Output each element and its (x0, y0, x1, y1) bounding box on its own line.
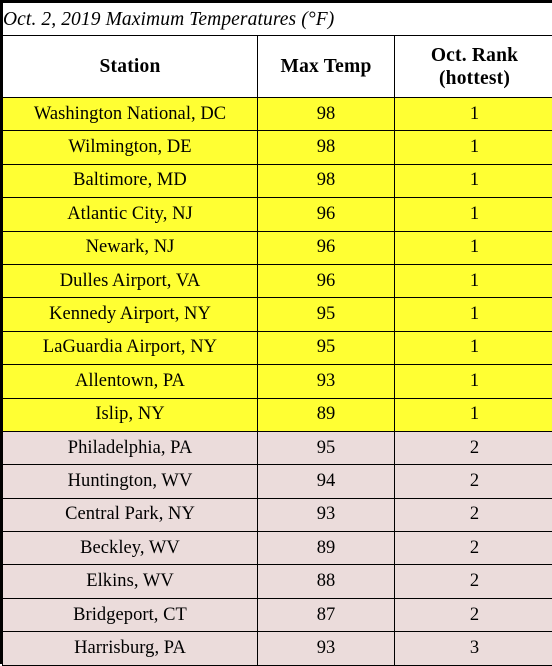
cell-max-temp: 98 (258, 98, 395, 131)
table-row: Beckley, WV892 (3, 532, 552, 565)
cell-station: Washington National, DC (3, 98, 258, 131)
cell-oct-rank: 1 (395, 98, 552, 131)
cell-oct-rank: 1 (395, 298, 552, 331)
cell-station: Allentown, PA (3, 365, 258, 398)
table-row: Newark, NJ961 (3, 231, 552, 264)
cell-station: Bridgeport, CT (3, 598, 258, 631)
table-row: Central Park, NY932 (3, 498, 552, 531)
header-row: Station Max Temp Oct. Rank (hottest) (3, 36, 552, 98)
cell-station: Baltimore, MD (3, 164, 258, 197)
cell-oct-rank: 1 (395, 398, 552, 431)
cell-oct-rank: 2 (395, 565, 552, 598)
column-header-station-label: Station (3, 55, 257, 78)
cell-max-temp: 96 (258, 231, 395, 264)
column-header-station: Station (3, 36, 258, 98)
cell-max-temp: 88 (258, 565, 395, 598)
table-row: Huntington, WV942 (3, 465, 552, 498)
cell-oct-rank: 1 (395, 198, 552, 231)
cell-oct-rank: 2 (395, 532, 552, 565)
table-row: LaGuardia Airport, NY951 (3, 331, 552, 364)
cell-max-temp: 95 (258, 331, 395, 364)
cell-max-temp: 87 (258, 598, 395, 631)
cell-oct-rank: 1 (395, 365, 552, 398)
cell-max-temp: 98 (258, 131, 395, 164)
cell-max-temp: 98 (258, 164, 395, 197)
table-row: Allentown, PA931 (3, 365, 552, 398)
cell-oct-rank: 1 (395, 164, 552, 197)
cell-station: Newark, NJ (3, 231, 258, 264)
max-temperature-table: Oct. 2, 2019 Maximum Temperatures (°F) S… (2, 2, 552, 666)
cell-oct-rank: 1 (395, 131, 552, 164)
cell-oct-rank: 1 (395, 331, 552, 364)
table-row: Atlantic City, NJ961 (3, 198, 552, 231)
cell-max-temp: 89 (258, 532, 395, 565)
cell-station: LaGuardia Airport, NY (3, 331, 258, 364)
cell-oct-rank: 2 (395, 498, 552, 531)
cell-max-temp: 95 (258, 431, 395, 464)
title-row: Oct. 2, 2019 Maximum Temperatures (°F) (3, 3, 552, 36)
cell-oct-rank: 2 (395, 598, 552, 631)
table-row: Elkins, WV882 (3, 565, 552, 598)
column-header-max-temp: Max Temp (258, 36, 395, 98)
cell-oct-rank: 1 (395, 264, 552, 297)
cell-max-temp: 94 (258, 465, 395, 498)
temperature-table-container: Oct. 2, 2019 Maximum Temperatures (°F) S… (0, 0, 552, 664)
cell-oct-rank: 3 (395, 632, 552, 665)
cell-max-temp: 93 (258, 365, 395, 398)
cell-station: Dulles Airport, VA (3, 264, 258, 297)
cell-max-temp: 96 (258, 198, 395, 231)
cell-station: Harrisburg, PA (3, 632, 258, 665)
table-row: Baltimore, MD981 (3, 164, 552, 197)
table-row: Dulles Airport, VA961 (3, 264, 552, 297)
cell-station: Islip, NY (3, 398, 258, 431)
cell-max-temp: 89 (258, 398, 395, 431)
cell-station: Atlantic City, NJ (3, 198, 258, 231)
cell-station: Beckley, WV (3, 532, 258, 565)
table-row: Harrisburg, PA933 (3, 632, 552, 665)
column-header-oct-rank: Oct. Rank (hottest) (395, 36, 552, 98)
column-header-max-temp-label: Max Temp (258, 55, 394, 78)
cell-station: Wilmington, DE (3, 131, 258, 164)
cell-station: Philadelphia, PA (3, 431, 258, 464)
cell-station: Elkins, WV (3, 565, 258, 598)
cell-station: Kennedy Airport, NY (3, 298, 258, 331)
cell-station: Central Park, NY (3, 498, 258, 531)
table-row: Bridgeport, CT872 (3, 598, 552, 631)
table-body: Oct. 2, 2019 Maximum Temperatures (°F) S… (3, 3, 552, 666)
cell-max-temp: 93 (258, 498, 395, 531)
cell-oct-rank: 2 (395, 465, 552, 498)
table-title: Oct. 2, 2019 Maximum Temperatures (°F) (3, 3, 552, 36)
cell-station: Huntington, WV (3, 465, 258, 498)
table-row: Washington National, DC981 (3, 98, 552, 131)
table-row: Kennedy Airport, NY951 (3, 298, 552, 331)
cell-max-temp: 96 (258, 264, 395, 297)
column-header-oct-rank-line1: Oct. Rank (395, 44, 552, 67)
table-row: Philadelphia, PA952 (3, 431, 552, 464)
cell-max-temp: 95 (258, 298, 395, 331)
table-row: Wilmington, DE981 (3, 131, 552, 164)
cell-max-temp: 93 (258, 632, 395, 665)
cell-oct-rank: 1 (395, 231, 552, 264)
table-row: Islip, NY891 (3, 398, 552, 431)
column-header-oct-rank-line2: (hottest) (395, 67, 552, 90)
cell-oct-rank: 2 (395, 431, 552, 464)
